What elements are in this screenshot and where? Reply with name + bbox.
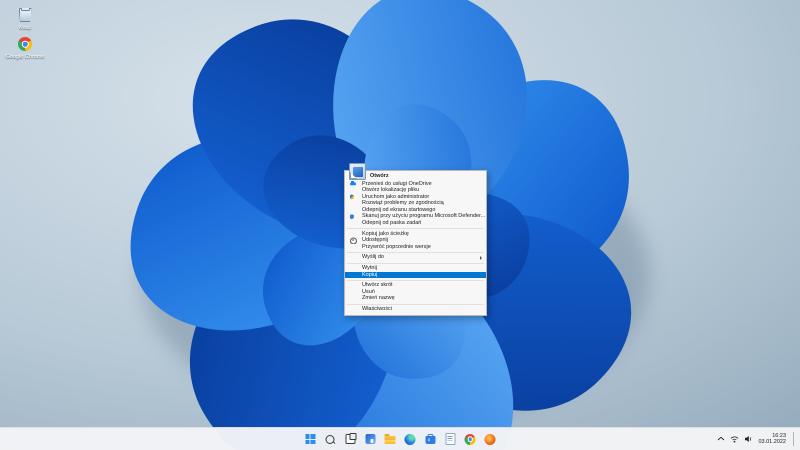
taskbar: 16:23 03.01.2022	[0, 427, 800, 450]
menu-item-rename[interactable]: Zmień nazwę	[345, 295, 486, 302]
chrome-label: Google Chrome	[5, 54, 45, 60]
chrome-taskbar-button[interactable]	[463, 432, 478, 447]
menu-separator	[347, 228, 484, 230]
file-explorer-button[interactable]	[383, 432, 398, 447]
speaker-icon	[745, 436, 752, 442]
context-menu: Otwórz Przenieś do usługi OneDrive Otwór…	[344, 170, 487, 316]
menu-item-open-label: Otwórz	[370, 173, 389, 179]
tray-overflow-button[interactable]	[717, 428, 725, 450]
menu-item-restore-previous[interactable]: Przywróć poprzednie wersje	[345, 244, 486, 251]
folder-icon	[384, 434, 396, 444]
desktop: Kosz Google Chrome Otwórz Przenieś do us…	[0, 0, 800, 450]
recycle-bin-label: Kosz	[18, 25, 32, 31]
menu-item-delete[interactable]: Usuń	[345, 289, 486, 296]
edge-button[interactable]	[403, 432, 418, 447]
store-icon	[425, 433, 435, 444]
menu-separator	[347, 262, 484, 264]
menu-separator	[347, 251, 484, 253]
widgets-button[interactable]	[363, 432, 378, 447]
menu-separator	[347, 279, 484, 281]
document-app-button[interactable]	[443, 432, 458, 447]
edge-icon	[404, 433, 416, 445]
clock[interactable]: 16:23 03.01.2022	[758, 433, 786, 446]
network-button[interactable]	[730, 428, 739, 450]
menu-item-send-to[interactable]: Wyślij do	[345, 254, 486, 261]
menu-item-create-shortcut[interactable]: Utwórz skrót	[345, 282, 486, 289]
clock-date: 03.01.2022	[758, 439, 786, 445]
recycle-bin-glyph	[18, 8, 32, 22]
volume-button[interactable]	[744, 428, 753, 450]
share-icon	[349, 237, 357, 244]
wifi-icon	[731, 436, 739, 443]
pinned-app-button[interactable]	[483, 432, 498, 447]
document-icon	[445, 433, 455, 445]
menu-item-unpin-start[interactable]: Odepnij od ekranu startowego	[345, 207, 486, 214]
uac-shield-icon	[349, 194, 354, 200]
menu-item-scan-defender[interactable]: Skanuj przy użyciu programu Microsoft De…	[345, 213, 486, 220]
menu-item-copy-as-path[interactable]: Kopiuj jako ścieżkę	[345, 231, 486, 238]
menu-item-open[interactable]: Otwórz	[345, 173, 486, 181]
menu-item-run-as-admin[interactable]: Uruchom jako administrator	[345, 194, 486, 201]
onedrive-icon	[349, 180, 356, 186]
menu-item-properties[interactable]: Właściwości	[345, 306, 486, 313]
menu-item-share[interactable]: Udostępnij	[345, 237, 486, 244]
widgets-icon	[365, 434, 375, 444]
search-button[interactable]	[323, 432, 338, 447]
menu-item-move-onedrive[interactable]: Przenieś do usługi OneDrive	[345, 181, 486, 188]
menu-separator	[347, 303, 484, 305]
show-desktop-button[interactable]	[793, 432, 796, 446]
search-icon	[325, 434, 335, 444]
chrome-glyph	[18, 37, 32, 51]
defender-shield-icon	[349, 214, 354, 220]
start-button[interactable]	[303, 432, 318, 447]
taskbar-center	[303, 428, 498, 450]
store-button[interactable]	[423, 432, 438, 447]
app-icon-red	[484, 433, 496, 445]
task-view-icon	[345, 433, 356, 444]
menu-item-troubleshoot[interactable]: Rozwiąż problemy ze zgodnością	[345, 200, 486, 207]
task-view-button[interactable]	[343, 432, 358, 447]
chrome-desktop-icon[interactable]: Google Chrome	[3, 36, 47, 60]
menu-item-unpin-taskbar[interactable]: Odepnij od paska zadań	[345, 220, 486, 227]
menu-item-open-file-location[interactable]: Otwórz lokalizację pliku	[345, 187, 486, 194]
windows-logo-icon	[305, 434, 315, 444]
menu-item-cut[interactable]: Wytnij	[345, 265, 486, 272]
menu-item-copy[interactable]: Kopiuj	[345, 271, 486, 279]
submenu-arrow-icon	[480, 255, 482, 260]
chrome-icon	[464, 433, 476, 445]
recycle-bin-icon[interactable]: Kosz	[3, 6, 47, 31]
selected-file-icon[interactable]	[349, 163, 366, 180]
system-tray: 16:23 03.01.2022	[717, 428, 796, 450]
chevron-up-icon	[718, 436, 725, 441]
